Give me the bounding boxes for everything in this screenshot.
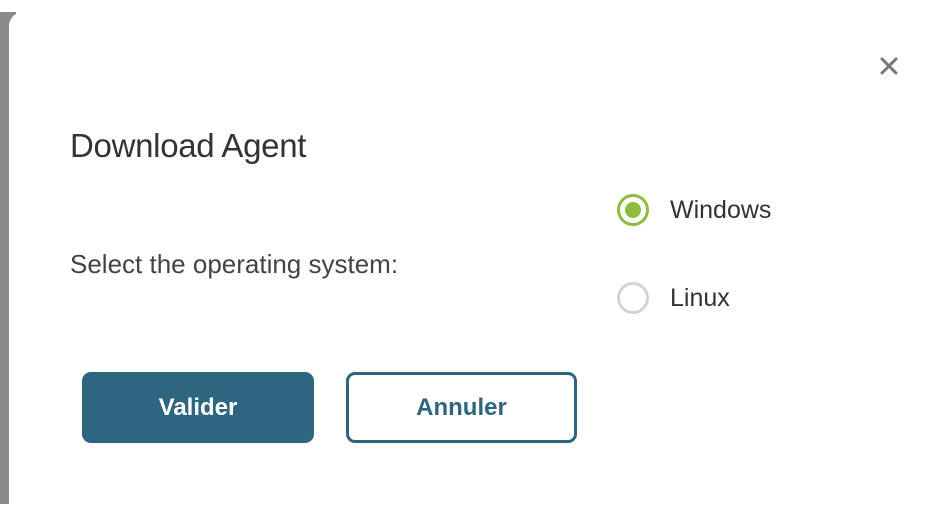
confirm-button[interactable]: Valider xyxy=(82,372,314,443)
download-agent-dialog: Download Agent Select the operating syst… xyxy=(9,12,935,532)
os-select-prompt: Select the operating system: xyxy=(70,249,399,279)
radio-button-linux[interactable] xyxy=(617,282,649,314)
radio-option-linux[interactable]: Linux xyxy=(617,282,730,314)
close-button[interactable] xyxy=(873,50,905,82)
backdrop-top xyxy=(0,0,935,12)
cancel-button[interactable]: Annuler xyxy=(346,372,577,443)
radio-selected-dot xyxy=(625,202,641,218)
radio-option-windows[interactable]: Windows xyxy=(617,194,771,226)
close-icon xyxy=(880,57,898,75)
radio-label-linux: Linux xyxy=(670,283,730,312)
radio-button-windows[interactable] xyxy=(617,194,649,226)
dialog-title: Download Agent xyxy=(70,127,307,164)
radio-label-windows: Windows xyxy=(670,195,772,224)
